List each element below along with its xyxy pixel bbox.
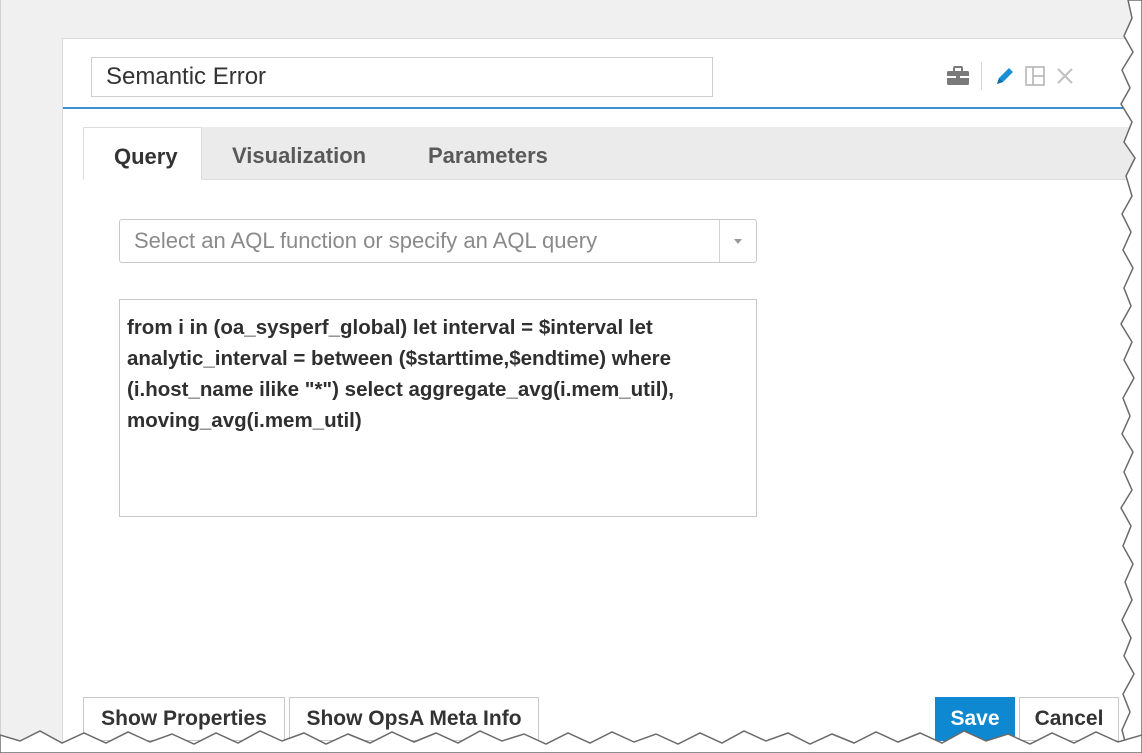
dashboard-editor: Semantic Error Query Visualization Param… <box>0 0 1142 753</box>
chevron-down-icon[interactable] <box>719 220 756 262</box>
layout-icon[interactable] <box>1020 61 1050 91</box>
torn-edge-right <box>1120 0 1142 753</box>
close-icon[interactable] <box>1050 61 1080 91</box>
aql-function-select[interactable]: Select an AQL function or specify an AQL… <box>119 219 757 263</box>
backdrop <box>0 0 1142 38</box>
tab-parameters[interactable]: Parameters <box>398 127 578 179</box>
title-input[interactable]: Semantic Error <box>91 57 713 97</box>
tab-query[interactable]: Query <box>83 127 202 180</box>
backdrop-left <box>0 0 63 753</box>
aql-query-textarea[interactable]: from i in (oa_sysperf_global) let interv… <box>119 299 757 517</box>
pencil-icon[interactable] <box>990 61 1020 91</box>
tab-visualization[interactable]: Visualization <box>202 127 402 179</box>
panel-header: Semantic Error <box>63 39 1142 109</box>
torn-edge-bottom <box>0 730 1142 753</box>
header-toolbar <box>943 61 1080 91</box>
aql-function-placeholder: Select an AQL function or specify an AQL… <box>134 228 598 253</box>
briefcase-icon[interactable] <box>943 61 973 91</box>
editor-panel: Semantic Error Query Visualization Param… <box>62 38 1142 753</box>
toolbar-divider <box>981 62 982 90</box>
tab-bar: Query Visualization Parameters <box>83 127 1142 180</box>
